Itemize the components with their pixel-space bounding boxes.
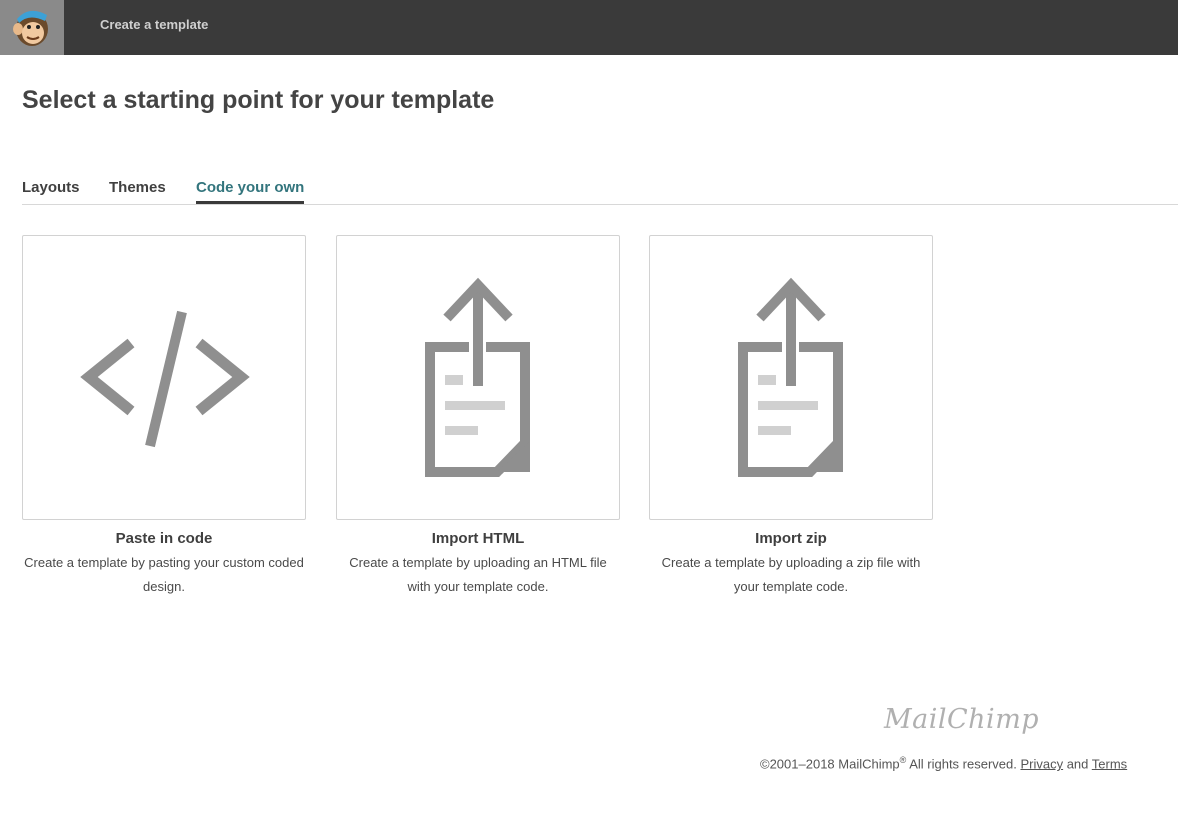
mailchimp-logo[interactable] xyxy=(0,0,64,55)
tab-bar: Layouts Themes Code your own xyxy=(22,175,1178,205)
top-bar: Create a template xyxy=(0,0,1178,55)
card-title: Import HTML xyxy=(431,530,525,547)
card-description: Create a template by uploading a zip fil… xyxy=(661,555,921,594)
rights-text: All rights reserved. xyxy=(906,756,1021,772)
card-description: Create a template by pasting your custom… xyxy=(24,555,304,594)
copyright-text: ©2001–2018 MailChimp xyxy=(760,756,900,772)
mailchimp-wordmark: MailChimp xyxy=(884,704,1040,735)
freddie-monkey-icon xyxy=(13,10,48,46)
import-html-card[interactable]: Import HTML Create a template by uploadi… xyxy=(336,235,620,599)
tab-code-your-own[interactable]: Code your own xyxy=(196,179,305,204)
upload-file-icon xyxy=(738,277,843,477)
paste-in-code-card[interactable]: Paste in code Create a template by pasti… xyxy=(22,235,306,599)
page-title: Select a starting point for your templat… xyxy=(22,86,495,114)
card-image xyxy=(22,235,306,520)
upload-file-icon xyxy=(425,277,530,477)
card-image xyxy=(336,235,620,520)
import-zip-card[interactable]: Import zip Create a template by uploadin… xyxy=(649,235,933,599)
header-title: Create a template xyxy=(100,17,209,32)
code-icon xyxy=(80,310,250,448)
terms-link[interactable]: Terms xyxy=(1092,756,1127,771)
privacy-link[interactable]: Privacy xyxy=(1020,756,1063,771)
tab-themes[interactable]: Themes xyxy=(109,179,166,196)
card-image xyxy=(649,235,933,520)
and-text: and xyxy=(1063,756,1092,772)
card-title: Import zip xyxy=(755,530,827,547)
footer-copyright: ©2001–2018 MailChimp® All rights reserve… xyxy=(760,755,1127,771)
card-description: Create a template by uploading an HTML f… xyxy=(349,555,607,594)
card-title: Paste in code xyxy=(115,530,213,547)
tab-layouts[interactable]: Layouts xyxy=(22,179,80,196)
